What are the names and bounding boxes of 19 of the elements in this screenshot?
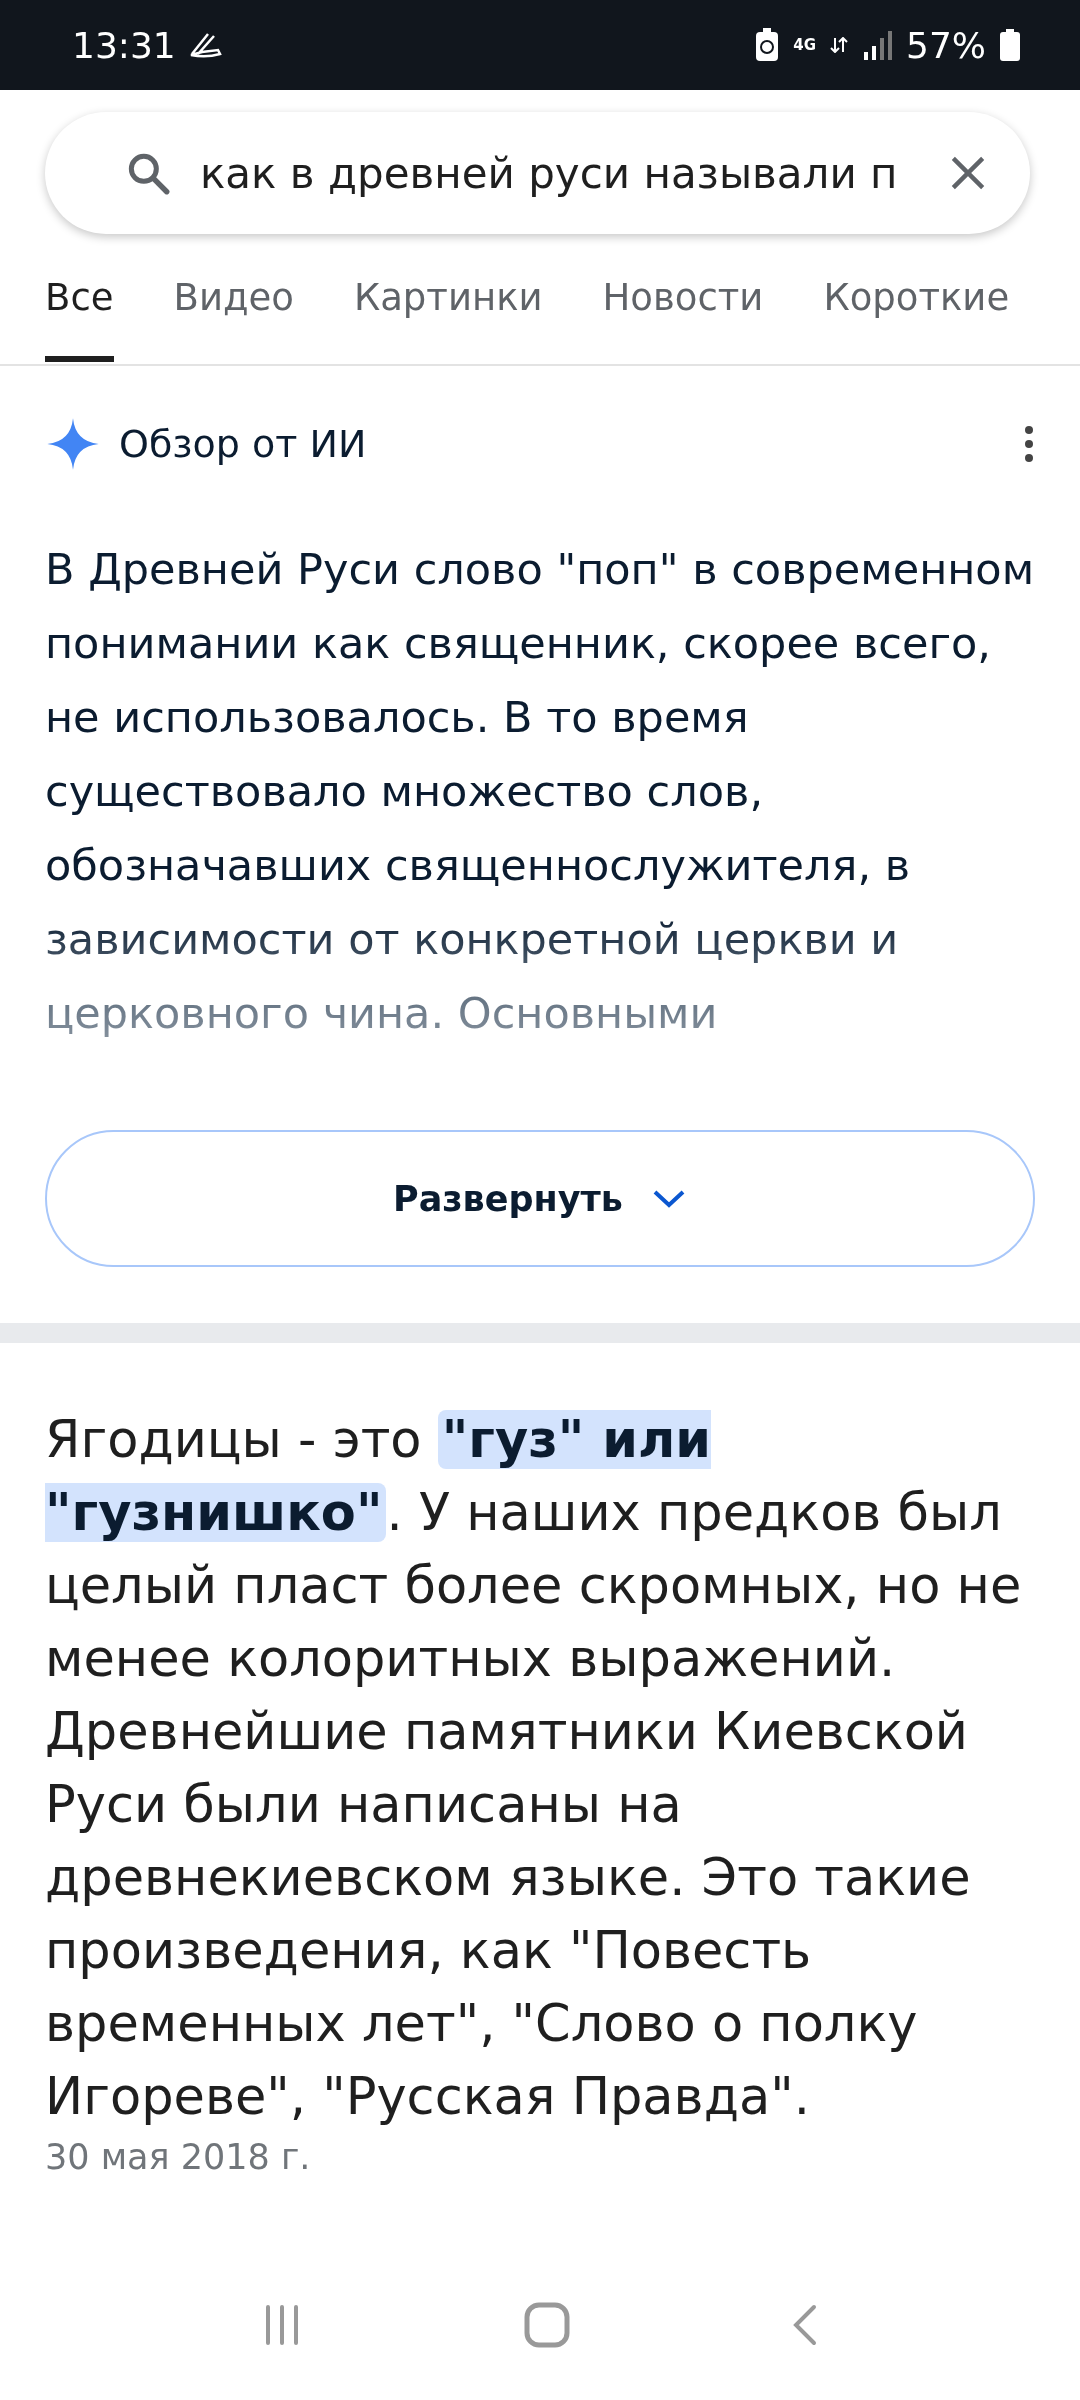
signal-icon [862,30,892,60]
data-arrows-icon [830,37,848,53]
tab[interactable]: Картинки [353,276,543,362]
snippet-text: Ягодицы - это "гуз" или "гузнишко". У наших предков был целый пласт более скромных, но не менее колоритных выражений. Древнейшие памятники Киевской Руси были написаны на древнекиевском языке. Это такие произведения, как "Повесть временных лет", "Слово о полку Игореве", "Русская Правда". [45,1409,1023,2128]
home-icon[interactable] [523,2301,571,2349]
clock: 13:31 [72,24,176,66]
network-type: 4G [793,38,816,52]
search-field[interactable]: как в древней руси называли п [45,112,1030,234]
tab[interactable]: Короткие [823,276,1010,362]
battery-saver-icon [755,28,780,62]
tab[interactable]: Все [45,276,114,362]
battery-percent: 57% [906,24,986,66]
battery-icon [1000,29,1020,61]
expand-button[interactable]: Развернуть [45,1130,1035,1267]
more-options-icon[interactable] [1023,424,1035,464]
snippet-date: 30 мая 2018 г. [45,2137,312,2177]
tab[interactable]: Видео [173,276,294,362]
ai-overview-title: Обзор от ИИ [119,422,368,466]
tab[interactable]: Новости [602,276,764,362]
